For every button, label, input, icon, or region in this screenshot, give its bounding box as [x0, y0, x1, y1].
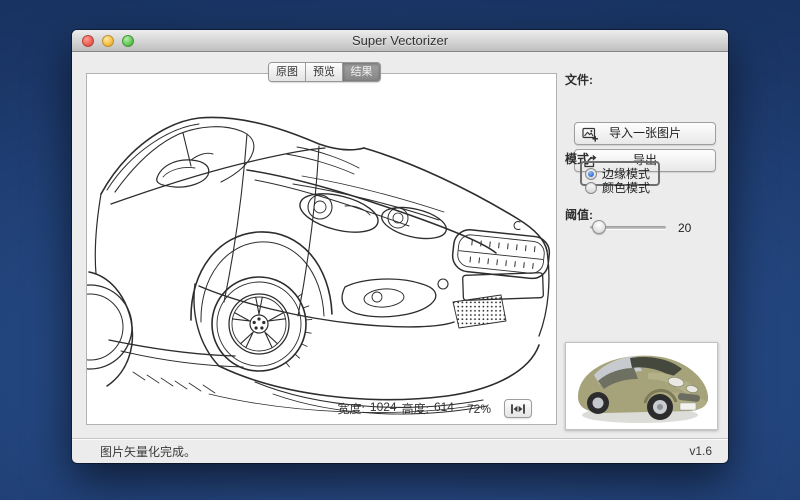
width-label: 宽度:	[338, 400, 365, 417]
slider-thumb[interactable]	[592, 220, 606, 234]
radio-color-mode-label: 颜色模式	[602, 179, 650, 196]
desktop: Super Vectorizer	[0, 0, 800, 500]
threshold-value: 20	[678, 221, 691, 235]
original-car-photo	[568, 345, 715, 427]
threshold-control: 20	[590, 220, 691, 235]
image-add-icon	[582, 126, 599, 146]
tab-result[interactable]: 结果	[343, 63, 380, 81]
fit-to-window-icon	[511, 404, 525, 414]
zoom-window-button[interactable]	[122, 35, 134, 47]
zoom-percent: 72%	[467, 402, 491, 416]
result-canvas: 宽度: 1024 高度: 614 72%	[86, 73, 557, 425]
tab-preview[interactable]: 预览	[306, 63, 343, 81]
image-info-bar: 宽度: 1024 高度: 614 72%	[338, 399, 532, 418]
radio-unselected-icon	[585, 182, 597, 194]
view-tabs: 原图 预览 结果	[268, 62, 381, 82]
tab-original[interactable]: 原图	[269, 63, 306, 81]
version-label: v1.6	[689, 444, 712, 458]
height-value: 614	[434, 400, 454, 417]
window-title: Super Vectorizer	[72, 30, 728, 52]
titlebar[interactable]: Super Vectorizer	[72, 30, 728, 52]
original-image-thumbnail	[565, 342, 718, 430]
threshold-section-label: 阈值:	[565, 206, 593, 223]
minimize-button[interactable]	[102, 35, 114, 47]
status-message: 图片矢量化完成。	[100, 443, 196, 460]
vectorized-car-image	[87, 74, 556, 424]
radio-selected-icon	[585, 168, 597, 180]
threshold-slider[interactable]	[590, 220, 666, 235]
height-label: 高度:	[402, 400, 429, 417]
file-section-label: 文件:	[565, 71, 593, 88]
image-dimensions: 宽度: 1024 高度: 614	[338, 400, 454, 417]
app-window: Super Vectorizer	[72, 30, 728, 463]
import-image-button[interactable]: 导入一张图片	[574, 122, 716, 145]
width-value: 1024	[370, 400, 397, 417]
fit-to-window-button[interactable]	[504, 399, 532, 418]
status-bar: 图片矢量化完成。 v1.6	[72, 438, 728, 463]
radio-color-mode[interactable]: 颜色模式	[585, 179, 650, 196]
close-button[interactable]	[82, 35, 94, 47]
